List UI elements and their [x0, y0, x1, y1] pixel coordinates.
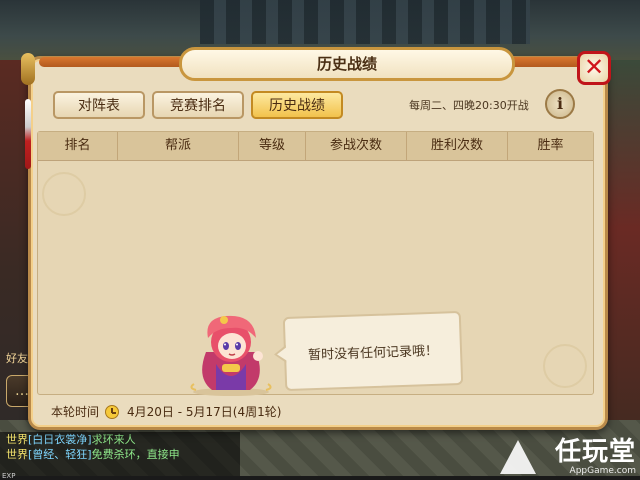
round-time-footer: 本轮时间 4月20日 - 5月17日(4周1轮) [51, 403, 281, 420]
chat-channel: 世界 [6, 433, 28, 446]
schedule-text: 每周二、四晚20:30开战 [409, 99, 529, 112]
exp-label: EXP [2, 472, 16, 480]
column-header-guild: 帮派 [118, 132, 239, 160]
history-record-dialog: 历史战绩 ✕ 对阵表 竞赛排名 历史战绩 每周二、四晚20:30开战 i 排名 … [21, 47, 611, 430]
column-header-wins: 胜利次数 [407, 132, 508, 160]
speech-bubble: 暂时没有任何记录哦！ [282, 310, 464, 392]
dialog-title: 历史战绩 [316, 55, 377, 73]
decor-swirl-icon [543, 344, 587, 388]
chat-name[interactable]: [曾经、轻狂] [28, 448, 92, 461]
chat-text: 免费杀环，直接申 [91, 448, 180, 461]
decor-swirl-icon [42, 172, 86, 216]
watermark-main: 任玩堂 [554, 437, 636, 467]
watermark-sub: AppGame.com [569, 466, 636, 476]
tassel-icon [25, 99, 31, 169]
title-plate: 历史战绩 [179, 47, 515, 81]
round-time-range: 4月20日 - 5月17日(4周1轮) [127, 405, 282, 419]
chat-text: 求环来人 [91, 433, 136, 446]
watermark-logo-icon [500, 440, 536, 474]
chat-panel[interactable]: 世界[白日衣裳净]求环来人 世界[曾经、轻狂]免费杀环，直接申 [0, 432, 240, 480]
tab-match-table[interactable]: 对阵表 [53, 91, 145, 119]
table-header: 排名 帮派 等级 参战次数 胜利次数 胜率 [38, 132, 593, 161]
friend-label[interactable]: 好友 [6, 350, 28, 366]
tab-history-record[interactable]: 历史战绩 [251, 91, 343, 119]
info-button[interactable]: i [545, 89, 575, 119]
column-header-win-rate: 胜率 [537, 138, 564, 153]
chat-name[interactable]: [白日衣裳净] [28, 433, 92, 446]
close-button[interactable]: ✕ [577, 51, 611, 85]
column-header-level: 等级 [239, 132, 306, 160]
round-time-label: 本轮时间 [51, 405, 100, 419]
ornament-pin-icon [21, 53, 35, 85]
exp-bar: EXP [0, 472, 640, 480]
clock-icon [105, 404, 120, 419]
chat-channel: 世界 [6, 448, 28, 461]
column-header-battles: 参战次数 [306, 132, 407, 160]
empty-message: 暂时没有任何记录哦！ [307, 343, 439, 364]
tab-ranking[interactable]: 竞赛排名 [152, 91, 244, 119]
record-table: 排名 帮派 等级 参战次数 胜利次数 胜率 暂时没有任何记录哦！ [37, 131, 594, 396]
watermark: 任玩堂 AppGame.com [555, 438, 636, 476]
mascot-girl-image [190, 315, 272, 396]
chat-line: 世界[白日衣裳净]求环来人 [0, 432, 240, 447]
chat-line: 世界[曾经、轻狂]免费杀环，直接申 [0, 447, 240, 462]
column-header-rank: 排名 [38, 132, 118, 160]
